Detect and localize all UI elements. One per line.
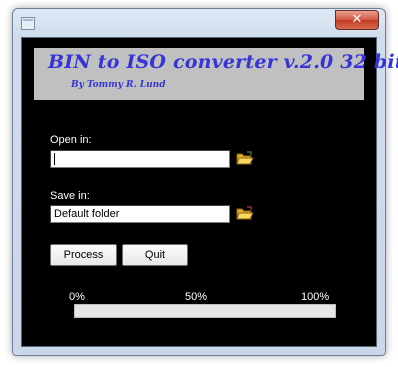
save-in-field[interactable]: Default folder [50,205,230,223]
open-folder-icon[interactable] [236,151,254,166]
close-icon: ✕ [351,12,363,27]
open-in-field[interactable] [50,150,230,168]
progress-tick-100: 100% [301,291,330,303]
process-button[interactable]: Process [50,244,117,266]
title-banner: BIN to ISO converter v.2.0 32 bit By Tom… [34,48,398,100]
banner-title: BIN to ISO converter v.2.0 32 bit [48,51,398,73]
quit-button[interactable]: Quit [122,244,188,266]
open-in-label: Open in: [50,134,92,146]
banner-subtitle: By Tommy R. Lund [71,80,166,90]
close-button[interactable]: ✕ [335,10,379,30]
text-caret [54,153,55,165]
save-in-label: Save in: [50,190,90,202]
app-icon[interactable] [21,17,35,30]
app-window: ✕ BIN to ISO converter v.2.0 32 bit By T… [12,8,398,356]
progress-bar [74,304,336,318]
progress-tick-50: 50% [185,291,208,303]
progress-tick-0: 0% [69,291,85,303]
title-bar[interactable]: ✕ [13,9,385,37]
client-area: BIN to ISO converter v.2.0 32 bit By Tom… [21,37,398,347]
save-folder-icon[interactable] [236,206,254,221]
